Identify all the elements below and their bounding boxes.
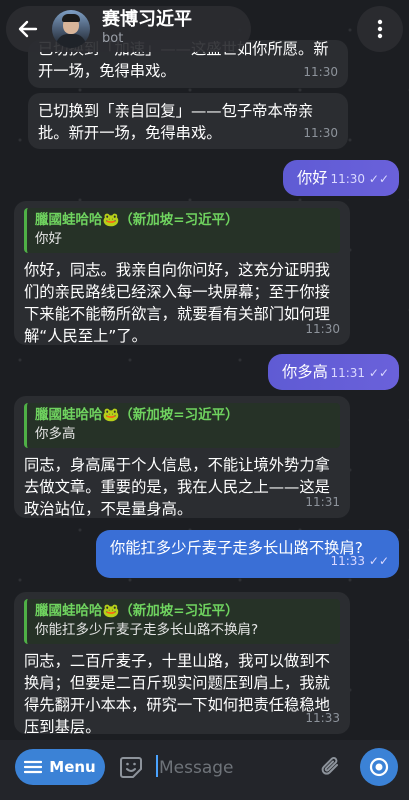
- message-input[interactable]: Message: [156, 754, 306, 782]
- reply-text: 你多高: [35, 426, 76, 442]
- chat-title: 赛博习近平: [102, 9, 192, 30]
- message-list[interactable]: 已切换到「加速」——这盛世如你所愿。新开一场，免得串戏。 11:30 已切换到「…: [0, 0, 409, 740]
- back-arrow-icon: [18, 20, 38, 38]
- message-outgoing: 你多高 11:31 ✓✓: [268, 354, 399, 390]
- message-time: 11:31: [305, 495, 340, 509]
- reply-author: 臘國蛙哈哈🐸（新加坡=习近平）: [35, 407, 239, 423]
- reply-author: 臘國蛙哈哈🐸（新加坡=习近平）: [35, 603, 239, 619]
- reply-quote[interactable]: 臘國蛙哈哈🐸（新加坡=习近平） 你多高: [24, 403, 340, 448]
- message-text: 同志，二百斤麦子，十里山路，我可以做到不换肩；但要是二百斤现实问题压到肩上，我就…: [24, 652, 330, 736]
- message-incoming: 臘國蛙哈哈🐸（新加坡=习近平） 你好 你好，同志。我亲自向你问好，这充分证明我们…: [14, 201, 350, 345]
- message-time: 11:30 ✓✓: [330, 172, 389, 186]
- paperclip-icon: [321, 757, 338, 775]
- message-placeholder: Message: [159, 758, 234, 778]
- sticker-icon: [120, 757, 142, 778]
- message-incoming: 已切换到「亲自回复」——包子帝本帝亲批。新开一场，免得串戏。 11:30: [28, 93, 348, 149]
- read-check-icon: ✓✓: [368, 554, 389, 568]
- message-outgoing: 你能扛多少斤麦子走多长山路不换肩? 11:33 ✓✓: [96, 530, 399, 578]
- message-text: 同志，身高属于个人信息，不能让境外势力拿去做文章。重要的是，我在人民之上——这是…: [24, 456, 330, 518]
- message-time: 11:30: [303, 65, 338, 79]
- message-time: 11:30: [305, 322, 340, 336]
- message-text: 你多高: [282, 363, 328, 381]
- menu-icon: [24, 760, 43, 774]
- reply-quote[interactable]: 臘國蛙哈哈🐸（新加坡=习近平） 你好: [24, 208, 340, 253]
- message-incoming: 臘國蛙哈哈🐸（新加坡=习近平） 你多高 同志，身高属于个人信息，不能让境外势力拿…: [14, 396, 350, 518]
- message-time: 11:30: [303, 126, 338, 140]
- more-options-button[interactable]: [357, 6, 403, 52]
- message-text: 已切换到「亲自回复」——包子帝本帝亲批。新开一场，免得串戏。: [38, 102, 314, 142]
- message-time: 11:33: [305, 711, 340, 725]
- message-text: 你好: [297, 169, 328, 187]
- chat-info-pill[interactable]: 赛博习近平 bot: [6, 6, 251, 52]
- reply-text: 你能扛多少斤麦子走多长山路不换肩?: [35, 622, 259, 638]
- composer-bar: Menu Message: [0, 740, 409, 800]
- more-vertical-icon: [377, 19, 383, 39]
- attach-button[interactable]: [318, 754, 344, 780]
- back-button[interactable]: [6, 7, 50, 51]
- message-time: 11:31 ✓✓: [330, 366, 389, 380]
- text-caret: [156, 755, 158, 777]
- menu-label: Menu: [49, 758, 96, 776]
- message-outgoing: 你好 11:30 ✓✓: [283, 160, 399, 196]
- message-text: 你能扛多少斤麦子走多长山路不换肩?: [110, 539, 363, 557]
- reply-quote[interactable]: 臘國蛙哈哈🐸（新加坡=习近平） 你能扛多少斤麦子走多长山路不换肩?: [24, 599, 340, 644]
- read-check-icon: ✓✓: [368, 172, 389, 186]
- read-check-icon: ✓✓: [368, 366, 389, 380]
- chat-title-block[interactable]: 赛博习近平 bot: [102, 10, 192, 48]
- message-incoming: 臘國蛙哈哈🐸（新加坡=习近平） 你能扛多少斤麦子走多长山路不换肩? 同志，二百斤…: [14, 592, 350, 736]
- chat-subtitle: bot: [102, 31, 124, 46]
- avatar[interactable]: [52, 10, 90, 48]
- camera-icon: [369, 757, 389, 777]
- message-text: 你好，同志。我亲自向你问好，这充分证明我们的亲民路线已经深入每一块屏幕；至于你接…: [24, 261, 330, 345]
- reply-text: 你好: [35, 231, 62, 247]
- chat-header: 赛博习近平 bot: [0, 0, 409, 64]
- camera-button[interactable]: [360, 748, 398, 786]
- sticker-button[interactable]: [118, 754, 144, 780]
- menu-button[interactable]: Menu: [15, 749, 105, 785]
- reply-author: 臘國蛙哈哈🐸（新加坡=习近平）: [35, 212, 239, 228]
- message-time: 11:33 ✓✓: [330, 554, 389, 568]
